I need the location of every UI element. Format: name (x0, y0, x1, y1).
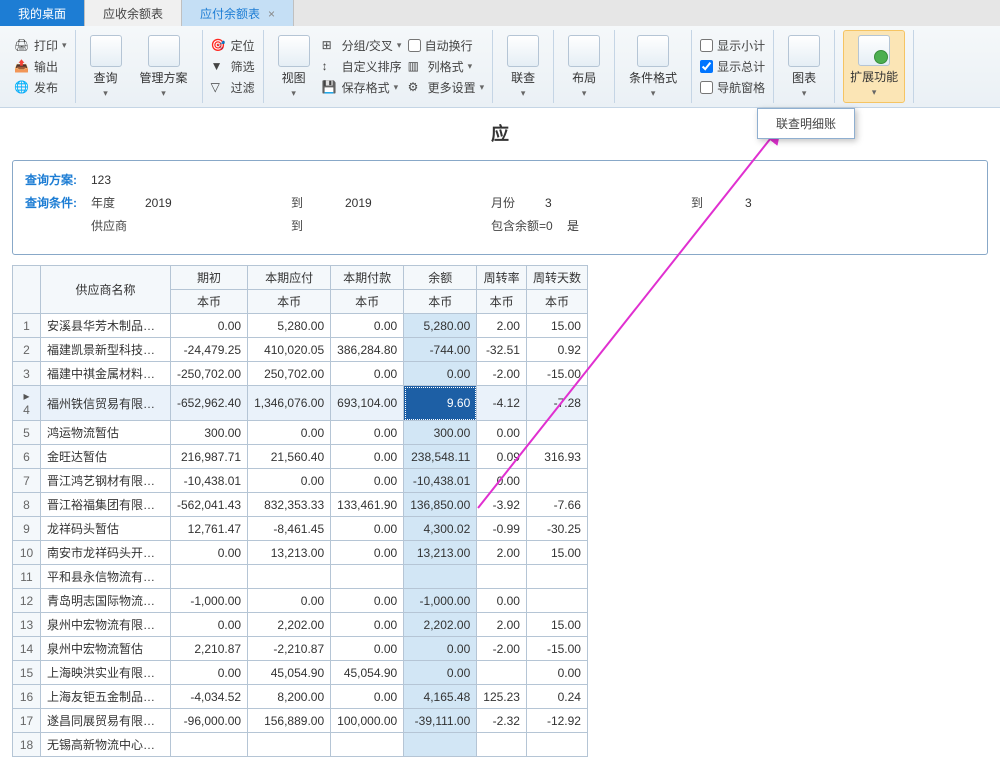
tab-ar[interactable]: 应收余额表 (85, 0, 182, 26)
table-row[interactable]: 2福建凯景新型科技…-24,479.25410,020.05386,284.80… (13, 338, 588, 362)
month-from: 3 (545, 196, 665, 210)
table-row[interactable]: 3福建中祺金属材料…-250,702.00250,702.000.000.00-… (13, 362, 588, 386)
nav-pane-check[interactable]: 导航窗格 (700, 79, 765, 96)
table-row[interactable]: 18无锡高新物流中心… (13, 733, 588, 757)
data-table-wrap: 供应商名称 期初 本期应付 本期付款 余额 周转率 周转天数 本币本币本币 本币… (12, 265, 988, 757)
print-icon: 🖨 (14, 38, 30, 54)
manage-scheme-button[interactable]: 管理方案▾ (134, 30, 194, 103)
more-settings-button[interactable]: ⚙更多设置▾ (408, 79, 485, 96)
filter-icon: ▼ (211, 59, 227, 75)
filter-adv-button[interactable]: ▽过滤 (211, 79, 255, 96)
auto-wrap-check[interactable]: 自动换行 (408, 37, 485, 54)
year-to: 2019 (345, 196, 465, 210)
table-row[interactable]: 10南安市龙祥码头开…0.0013,213.000.0013,213.002.0… (13, 541, 588, 565)
grandtotal-check[interactable]: 显示总计 (700, 58, 765, 75)
layout-button[interactable]: 布局▾ (562, 30, 606, 103)
scheme-label: 查询方案: (25, 171, 85, 188)
table-row[interactable]: 6金旺达暂估216,987.7121,560.400.00238,548.110… (13, 445, 588, 469)
table-row[interactable]: 17遂昌同展贸易有限…-96,000.00156,889.00100,000.0… (13, 709, 588, 733)
table-row[interactable]: 13泉州中宏物流有限…0.002,202.000.002,202.002.001… (13, 613, 588, 637)
column-icon: ▥ (408, 59, 424, 75)
table-row[interactable]: ▸ 4福州铁信贸易有限…-652,962.401,346,076.00693,1… (13, 386, 588, 421)
publish-icon: 🌐 (14, 80, 30, 96)
view-icon (278, 35, 310, 67)
table-row[interactable]: 16上海友钜五金制品…-4,034.528,200.000.004,165.48… (13, 685, 588, 709)
tab-ap[interactable]: 应付余额表× (182, 0, 294, 26)
extend-icon (858, 35, 890, 66)
table-row[interactable]: 15上海映洪实业有限…0.0045,054.9045,054.900.000.0… (13, 661, 588, 685)
save-icon: 💾 (322, 80, 338, 96)
manage-icon (148, 35, 180, 67)
print-button[interactable]: 🖨打印▾ (14, 37, 67, 54)
close-icon[interactable]: × (268, 7, 275, 21)
chart-button[interactable]: 图表▾ (782, 30, 826, 103)
table-row[interactable]: 8晋江裕福集团有限…-562,041.43832,353.33133,461.9… (13, 493, 588, 517)
table-row[interactable]: 1安溪县华芳木制品…0.005,280.000.005,280.002.0015… (13, 314, 588, 338)
group-icon: ⊞ (322, 38, 338, 54)
chart-icon (788, 35, 820, 67)
export-button[interactable]: 📤输出 (14, 58, 67, 75)
cond-icon (637, 35, 669, 67)
table-row[interactable]: 7晋江鸿艺钢材有限…-10,438.010.000.00-10,438.010.… (13, 469, 588, 493)
link-detail-button[interactable]: 联查明细账 (776, 115, 836, 132)
locate-icon: 🎯 (211, 38, 227, 54)
table-row[interactable]: 9龙祥码头暂估12,761.47-8,461.450.004,300.02-0.… (13, 517, 588, 541)
year-from: 2019 (145, 196, 265, 210)
link-icon (507, 35, 539, 67)
cond-format-button[interactable]: 条件格式▾ (623, 30, 683, 103)
extend-popup: 联查明细账 (757, 108, 855, 139)
month-to: 3 (745, 196, 865, 210)
gear-icon: ⚙ (408, 80, 424, 96)
extend-button[interactable]: 扩展功能▾ (843, 30, 905, 103)
table-row[interactable]: 12青岛明志国际物流…-1,000.000.000.00-1,000.000.0… (13, 589, 588, 613)
query-panel: 查询方案: 123 查询条件: 年度2019 到2019 月份3 到3 供应商 … (12, 160, 988, 255)
locate-button[interactable]: 🎯定位 (211, 37, 255, 54)
group-cross-button[interactable]: ⊞分组/交叉▾ (322, 37, 402, 54)
view-button[interactable]: 视图▾ (272, 30, 316, 103)
data-table[interactable]: 供应商名称 期初 本期应付 本期付款 余额 周转率 周转天数 本币本币本币 本币… (12, 265, 588, 757)
filter-adv-icon: ▽ (211, 80, 227, 96)
layout-icon (568, 35, 600, 67)
ribbon-toolbar: 🖨打印▾ 📤输出 🌐发布 查询▾ 管理方案▾ 🎯定位 ▼筛选 ▽过滤 视图▾ ⊞… (0, 26, 1000, 108)
table-row[interactable]: 11平和县永信物流有… (13, 565, 588, 589)
query-icon (90, 35, 122, 67)
filter-button[interactable]: ▼筛选 (211, 58, 255, 75)
app-tabs: 我的桌面 应收余额表 应付余额表× (0, 0, 1000, 26)
table-row[interactable]: 5鸿运物流暂估300.000.000.00300.000.00 (13, 421, 588, 445)
export-icon: 📤 (14, 59, 30, 75)
sort-icon: ↕ (322, 59, 338, 75)
scheme-value: 123 (91, 173, 211, 187)
table-row[interactable]: 14泉州中宏物流暂估2,210.87-2,210.870.000.00-2.00… (13, 637, 588, 661)
custom-sort-button[interactable]: ↕自定义排序 (322, 58, 402, 75)
link-query-button[interactable]: 联查▾ (501, 30, 545, 103)
save-format-button[interactable]: 💾保存格式▾ (322, 79, 402, 96)
col-format-button[interactable]: ▥列格式▾ (408, 58, 485, 75)
publish-button[interactable]: 🌐发布 (14, 79, 67, 96)
inclzero-val: 是 (567, 217, 687, 234)
tab-desktop[interactable]: 我的桌面 (0, 0, 85, 26)
cond-label: 查询条件: (25, 194, 85, 211)
query-button[interactable]: 查询▾ (84, 30, 128, 103)
subtotal-check[interactable]: 显示小计 (700, 37, 765, 54)
